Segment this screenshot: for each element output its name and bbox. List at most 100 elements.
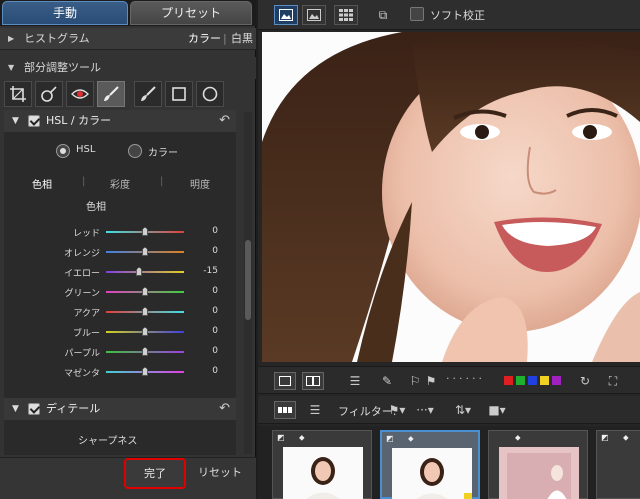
filmstrip-view-button[interactable]: [274, 401, 296, 419]
expand-arrow-icon: ▶: [8, 34, 15, 43]
thumbnail[interactable]: ⬥: [488, 430, 588, 499]
thumbnail[interactable]: ◩ ⬥: [596, 430, 640, 499]
rectangle-mask-tool[interactable]: [165, 81, 193, 107]
edit-panel: 手動 プリセット ▶ ヒストグラム カラー | 白黒 ▼ 部分調整ツール ▼ H…: [0, 0, 256, 499]
before-after-button[interactable]: [302, 372, 324, 390]
tab-manual[interactable]: 手動: [2, 1, 128, 25]
detail-enable-checkbox[interactable]: [28, 403, 40, 415]
slider-thumb[interactable]: [142, 247, 148, 256]
panel-scrollbar[interactable]: [244, 112, 252, 454]
slider-thumb[interactable]: [142, 327, 148, 336]
frame-icon: [279, 376, 291, 386]
pen-icon[interactable]: ✎: [378, 372, 396, 390]
gradient-brush-icon: [141, 86, 156, 101]
thumbnail[interactable]: ◩ ⬥: [272, 430, 372, 499]
slider-label: マゼンタ: [63, 369, 100, 379]
single-view-button[interactable]: [274, 5, 298, 25]
hsl-radio[interactable]: [56, 144, 70, 158]
list-view-icon[interactable]: ☰: [306, 401, 324, 419]
red-eye-tool[interactable]: [66, 81, 94, 107]
local-adjust-header[interactable]: ▼ 部分調整ツール: [0, 57, 256, 79]
histogram-header[interactable]: ▶ ヒストグラム カラー | 白黒: [0, 28, 256, 50]
single-image-button[interactable]: [274, 372, 296, 390]
thumbnail-selected[interactable]: ◩ ⬥: [380, 430, 480, 499]
histogram-bw-option[interactable]: 白黒: [231, 28, 253, 50]
hsl-enable-checkbox[interactable]: [28, 115, 40, 127]
slider-thumb[interactable]: [136, 267, 143, 276]
collapse-arrow-icon: ▼: [12, 404, 19, 414]
label-filter-icon[interactable]: ■▾: [488, 401, 506, 419]
red-label-swatch[interactable]: [504, 376, 513, 385]
flag-on-icon[interactable]: ⚑: [422, 372, 440, 390]
panel-footer: 完了 リセット: [0, 457, 256, 499]
histogram-separator: |: [223, 32, 227, 45]
sort-icon[interactable]: ⇅▾: [454, 401, 472, 419]
thumbnail-image: [392, 448, 472, 499]
rating-dots[interactable]: ······: [446, 372, 485, 385]
crop-frame-icon[interactable]: ⛶: [604, 372, 622, 390]
adjustment-brush-tool[interactable]: [97, 81, 125, 107]
list-rotate-icon[interactable]: ☰: [346, 372, 364, 390]
slider-thumb[interactable]: [142, 227, 148, 236]
slider-label: グリーン: [64, 289, 100, 299]
tag-icon: ⬥: [623, 433, 629, 442]
local-adjust-label: 部分調整ツール: [24, 61, 101, 74]
histogram-color-option[interactable]: カラー: [188, 28, 221, 50]
soft-proof-checkbox[interactable]: [410, 7, 424, 21]
scrollbar-thumb[interactable]: [245, 240, 251, 320]
color-radio[interactable]: [128, 144, 142, 158]
done-button[interactable]: 完了: [124, 458, 186, 489]
rotate-view-icon[interactable]: ⧉: [374, 6, 392, 24]
slider-value: 0: [212, 326, 218, 336]
brush-icon: [104, 86, 119, 101]
rotate-icon[interactable]: ↻: [576, 372, 594, 390]
compare-view-button[interactable]: [302, 5, 326, 25]
hue-slider-row: アクア 0: [4, 304, 236, 320]
color-radio-label: カラー: [148, 148, 178, 159]
slider-thumb[interactable]: [142, 367, 148, 376]
portrait-image: [262, 32, 640, 362]
hsl-mode-radios: HSL カラー: [4, 142, 236, 160]
detail-section-header[interactable]: ▼ ディテール ↶: [4, 398, 236, 420]
slider-label: パープル: [64, 349, 100, 359]
image-view-icon: [279, 9, 293, 21]
crop-tool[interactable]: [4, 81, 32, 107]
local-tool-strip: [4, 81, 226, 107]
blue-label-swatch[interactable]: [528, 376, 537, 385]
tab-preset[interactable]: プリセット: [130, 1, 252, 25]
subtab-saturation[interactable]: 彩度: [110, 176, 130, 191]
grid-view-button[interactable]: [334, 5, 358, 25]
subtab-hue[interactable]: 色相: [32, 176, 52, 191]
rating-filter-icon[interactable]: ···▾: [416, 401, 434, 419]
green-label-swatch[interactable]: [516, 376, 525, 385]
circle-mask-tool[interactable]: [196, 81, 224, 107]
viewer-area: ⧉ ソフト校正 ☰ ✎ ⚐ ⚑ ······ ↻ ⛶ ☰ フィルター: ⚑▾ ·…: [258, 0, 640, 499]
graduated-filter-tool[interactable]: [134, 81, 162, 107]
slider-track[interactable]: [106, 271, 184, 273]
hsl-section-header[interactable]: ▼ HSL / カラー ↶: [4, 110, 236, 132]
hsl-reset-icon[interactable]: ↶: [219, 110, 230, 132]
histogram-label: ヒストグラム: [24, 32, 90, 45]
slider-label: アクア: [73, 309, 100, 319]
reset-button[interactable]: リセット: [198, 464, 242, 480]
hsl-subtabs: 色相 | 彩度 | 明度: [4, 176, 236, 192]
flag-filter-icon[interactable]: ⚑▾: [388, 401, 406, 419]
slider-thumb[interactable]: [142, 307, 148, 316]
slider-value: 0: [212, 286, 218, 296]
slider-thumb[interactable]: [142, 287, 148, 296]
purple-label-swatch[interactable]: [552, 376, 561, 385]
detail-reset-icon[interactable]: ↶: [219, 398, 230, 420]
collapse-arrow-icon: ▼: [8, 63, 15, 72]
slider-label: イエロー: [64, 269, 100, 279]
slider-label: ブルー: [72, 329, 100, 339]
hsl-section-title: HSL / カラー: [46, 114, 112, 127]
hue-slider-row: マゼンタ 0: [4, 364, 236, 380]
slider-value: 0: [212, 306, 218, 316]
tag-icon: ⬥: [408, 434, 414, 443]
yellow-label-swatch[interactable]: [540, 376, 549, 385]
edited-badge-icon: ◩: [601, 433, 609, 442]
spot-removal-tool[interactable]: [35, 81, 63, 107]
slider-thumb[interactable]: [142, 347, 148, 356]
subtab-luminance[interactable]: 明度: [190, 176, 210, 191]
main-photo[interactable]: [262, 32, 640, 362]
